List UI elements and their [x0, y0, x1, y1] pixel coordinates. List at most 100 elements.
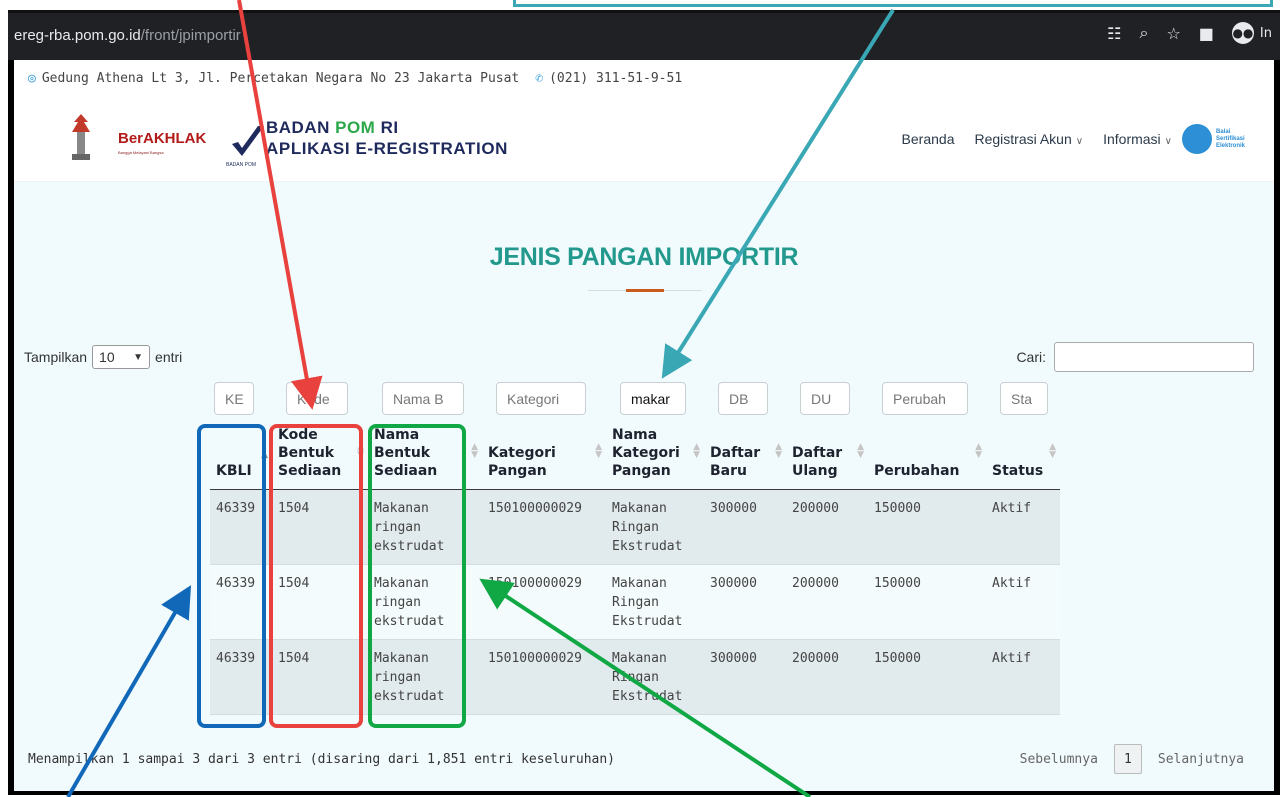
cell-daftar-ulang: 200000 — [786, 489, 868, 565]
filter-nama-bentuk[interactable]: Nama B — [382, 382, 464, 415]
bse-logo: Balai Sertifikasi Elektronik — [1182, 124, 1256, 154]
filter-perubahan[interactable]: Perubah — [882, 382, 968, 415]
browser-toolbar: ereg-rba.pom.go.id/front/jpimportir ☷ ⌕ … — [0, 0, 1286, 60]
cell-status: Aktif — [986, 639, 1060, 715]
col-header-nama-kategori[interactable]: Nama Kategori Pangan ▲ ▼ — [606, 426, 704, 490]
pagination: Sebelumnya 1 Selanjutnya — [1020, 744, 1244, 774]
teal-callout-frame — [513, 0, 1273, 7]
chevron-down-icon: ▼ — [133, 351, 144, 363]
location-pin-icon: ◎ — [28, 70, 36, 86]
page-length-control: Tampilkan 10 ▼ entri — [24, 345, 182, 369]
sort-icon: ▲ — [261, 450, 268, 460]
sort-icon: ▲ ▼ — [471, 442, 478, 460]
phone-text: (021) 311-51-9-51 — [549, 70, 683, 86]
sort-icon: ▲ ▼ — [775, 442, 782, 460]
profile-label[interactable]: In — [1260, 26, 1272, 41]
pom-logo-icon — [232, 126, 264, 156]
page-title: JENIS PANGAN IMPORTIR — [489, 243, 799, 271]
cell-kode: 1504 — [272, 564, 368, 640]
bse-emblem-icon — [1182, 124, 1212, 154]
chevron-down-icon: ∨ — [1075, 136, 1084, 147]
cell-nama-kategori: Makanan Ringan Ekstrudat — [606, 564, 704, 640]
cell-nama-bentuk: Makanan ringan ekstrudat — [368, 639, 482, 715]
sort-icon: ▲ ▼ — [357, 442, 364, 460]
browser-action-icons: ☷ ⌕ ☆ ■ ●● In — [1107, 22, 1272, 44]
filter-kategori[interactable]: Kategori — [496, 382, 586, 415]
col-header-kode[interactable]: Kode Bentuk Sediaan ▲ ▼ — [272, 426, 368, 490]
filter-nama-kategori[interactable]: makar — [620, 382, 686, 415]
zoom-icon[interactable]: ⌕ — [1139, 23, 1148, 43]
search-control: Cari: — [1016, 342, 1254, 372]
cell-kode: 1504 — [272, 639, 368, 715]
cell-kategori: 150100000029 — [482, 489, 606, 565]
show-label: Tampilkan — [24, 349, 88, 365]
cell-status: Aktif — [986, 564, 1060, 640]
address-bar[interactable]: ereg-rba.pom.go.id/front/jpimportir — [14, 27, 241, 44]
nav-item-register[interactable]: Registrasi Akun ∨ — [974, 131, 1083, 147]
data-table: KBLI ▲ Kode Bentuk Sediaan ▲ ▼ Nama Bentuk Sedi… — [210, 426, 1060, 715]
table-row: 46339 1504 Makanan ringan ekstrudat 150100… — [210, 639, 1060, 715]
side-panel-icon[interactable]: ■ — [1199, 24, 1214, 43]
page-1-button[interactable]: 1 — [1113, 744, 1142, 774]
cell-kbli: 46339 — [210, 489, 272, 565]
site-header: BerAKHLAK Bangga Melayani Bangsa BADAN P… — [14, 96, 1274, 182]
search-input[interactable] — [1054, 342, 1254, 372]
cell-kode: 1504 — [272, 489, 368, 565]
col-header-daftar-baru[interactable]: Daftar Baru ▲ ▼ — [704, 426, 786, 490]
brand-subtitle[interactable]: APLIKASI E-REGISTRATION — [266, 139, 508, 159]
entries-label: entri — [155, 349, 183, 365]
col-header-status[interactable]: Status ▲ ▼ — [986, 426, 1060, 490]
filter-kode[interactable]: Kode — [286, 382, 348, 415]
pom-logo-caption: BADAN POM — [226, 162, 257, 168]
search-label: Cari: — [1016, 349, 1046, 365]
star-icon[interactable]: ☆ — [1166, 24, 1180, 43]
main-nav: Beranda Registrasi Akun ∨ Informasi ∨ Bala… — [902, 124, 1256, 154]
berakhlak-logo: BerAKHLAK — [118, 130, 207, 147]
chevron-down-icon: ∨ — [1164, 136, 1172, 147]
filter-daftar-baru[interactable]: DB — [718, 382, 768, 415]
cell-nama-bentuk: Makanan ringan ekstrudat — [368, 489, 482, 565]
cell-kbli: 46339 — [210, 564, 272, 640]
cell-perubahan: 150000 — [868, 564, 986, 640]
sort-icon: ▲ ▼ — [595, 442, 602, 460]
table-row: 46339 1504 Makanan ringan ekstrudat 150100… — [210, 564, 1060, 640]
col-header-kbli[interactable]: KBLI ▲ — [210, 426, 272, 490]
incognito-icon[interactable]: ●● — [1231, 22, 1254, 44]
sort-icon: ▲ ▼ — [857, 442, 864, 460]
col-header-nama-bentuk[interactable]: Nama Bentuk Sediaan ▲ ▼ — [368, 426, 482, 490]
filter-daftar-ulang[interactable]: DU — [800, 382, 850, 415]
table-info: Menampilkan 1 sampai 3 dari 3 entri (dis… — [28, 752, 615, 767]
translate-icon[interactable]: ☷ — [1107, 24, 1121, 43]
col-header-perubahan[interactable]: Perubahan ▲ ▼ — [868, 426, 986, 490]
sort-icon: ▲ ▼ — [975, 442, 982, 460]
col-header-daftar-ulang[interactable]: Daftar Ulang ▲ ▼ — [786, 426, 868, 490]
nav-item-info[interactable]: Informasi ∨ — [1103, 131, 1172, 147]
berakhlak-tagline: Bangga Melayani Bangsa — [118, 150, 164, 155]
cell-kategori: 150100000029 — [482, 639, 606, 715]
cell-perubahan: 150000 — [868, 639, 986, 715]
url-domain: ereg-rba.pom.go.id — [14, 27, 141, 44]
filter-status[interactable]: Sta — [1000, 382, 1048, 415]
page-viewport: ◎ Gedung Athena Lt 3, Jl. Percetakan Neg… — [8, 60, 1280, 795]
cell-daftar-baru: 300000 — [704, 489, 786, 565]
phone-icon: ✆ — [535, 70, 544, 86]
cell-nama-bentuk: Makanan ringan ekstrudat — [368, 564, 482, 640]
address-text: Gedung Athena Lt 3, Jl. Percetakan Negar… — [41, 70, 520, 86]
page-length-select[interactable]: 10 ▼ — [92, 345, 151, 369]
cell-perubahan: 150000 — [868, 489, 986, 565]
nav-item-home[interactable]: Beranda — [902, 131, 955, 147]
table-row: 46339 1504 Makanan ringan ekstrudat 150100… — [210, 489, 1060, 565]
sort-icon: ▲ ▼ — [693, 442, 700, 460]
title-accent-bar — [626, 289, 664, 292]
prev-page-button[interactable]: Sebelumnya — [1020, 752, 1098, 767]
cell-nama-kategori: Makanan Ringan Ekstrudat — [606, 489, 704, 565]
next-page-button[interactable]: Selanjutnya — [1158, 752, 1244, 767]
cell-daftar-baru: 300000 — [704, 564, 786, 640]
filter-kbli[interactable]: KE — [214, 382, 254, 415]
cell-status: Aktif — [986, 489, 1060, 565]
cell-kategori: 150100000029 — [482, 564, 606, 640]
col-header-kategori[interactable]: Kategori Pangan ▲ ▼ — [482, 426, 606, 490]
brand-title[interactable]: BADAN POM RI — [266, 118, 399, 138]
cell-kbli: 46339 — [210, 639, 272, 715]
url-path: /front/jpimportir — [140, 27, 241, 44]
